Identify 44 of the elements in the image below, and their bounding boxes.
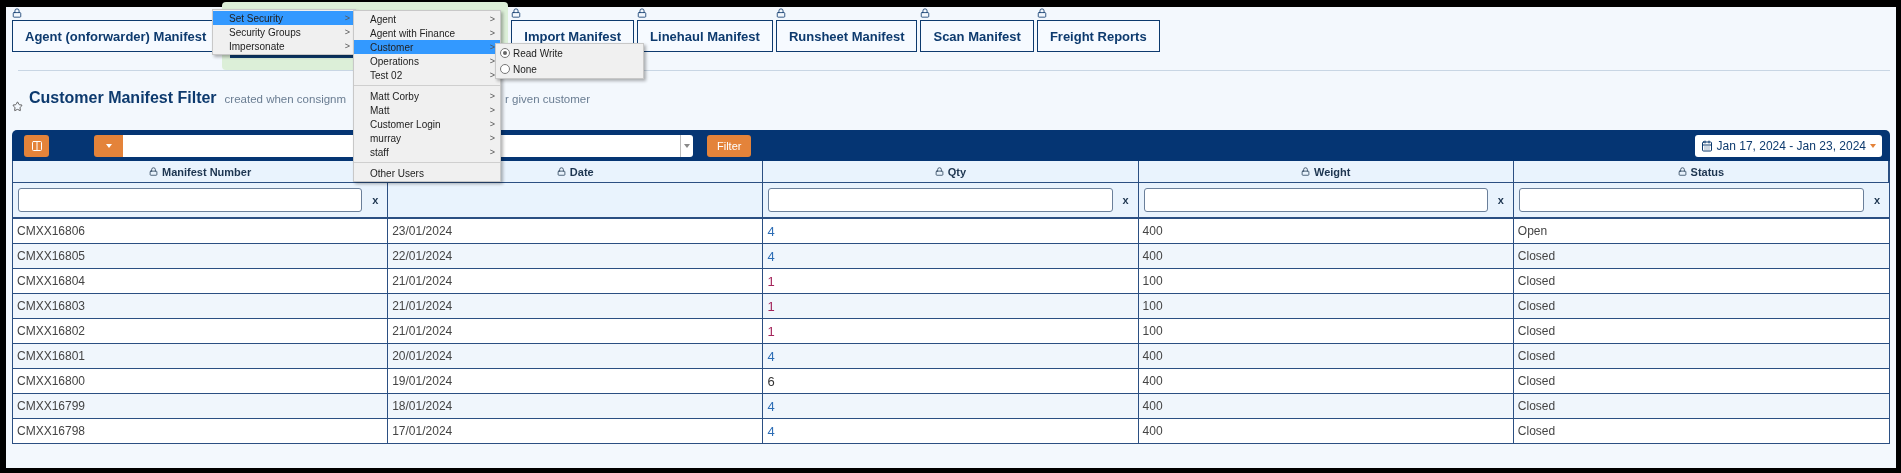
table-cell: Closed <box>1513 269 1889 294</box>
table-cell: CMXX16804 <box>13 269 389 294</box>
table-cell: Closed <box>1513 419 1889 444</box>
table-cell: CMXX16806 <box>13 219 389 244</box>
qty-value: 4 <box>767 223 775 239</box>
table-cell: 19/01/2024 <box>388 369 764 394</box>
table-cell: 21/01/2024 <box>388 319 764 344</box>
qty-value: 6 <box>767 373 775 389</box>
table-cell: CMXX16803 <box>13 294 389 319</box>
page-subtitle: created when consignm <box>224 93 347 105</box>
table-cell: Closed <box>1513 319 1889 344</box>
table-cell: CMXX16802 <box>13 319 389 344</box>
table-cell: 400 <box>1138 394 1514 419</box>
table-cell: CMXX16805 <box>13 244 389 269</box>
table-cell: 400 <box>1138 344 1514 369</box>
table-cell: 17/01/2024 <box>388 419 764 444</box>
table-cell: 100 <box>1138 269 1514 294</box>
table-cell: 20/01/2024 <box>388 344 764 369</box>
table-cell: CMXX16800 <box>13 369 389 394</box>
page-title: Customer Manifest Filter <box>29 89 217 107</box>
table-cell: CMXX16801 <box>13 344 389 369</box>
table-cell: Closed <box>1513 369 1889 394</box>
table-cell: 23/01/2024 <box>388 219 764 244</box>
table-cell: 400 <box>1138 369 1514 394</box>
table-cell: 100 <box>1138 294 1514 319</box>
qty-value: 4 <box>767 248 775 264</box>
table-cell: 21/01/2024 <box>388 269 764 294</box>
table-cell: 400 <box>1138 219 1514 244</box>
table-cell: CMXX16798 <box>13 419 389 444</box>
qty-value: 4 <box>767 398 775 414</box>
table-cell: CMXX16799 <box>13 394 389 419</box>
qty-value: 1 <box>767 298 775 314</box>
qty-value: 4 <box>767 348 775 364</box>
table-cell: 100 <box>1138 319 1514 344</box>
table-cell: Open <box>1513 219 1889 244</box>
qty-value: 1 <box>767 323 775 339</box>
table-cell: 21/01/2024 <box>388 294 764 319</box>
qty-value: 4 <box>767 423 775 439</box>
table-cell: 400 <box>1138 244 1514 269</box>
qty-value: 1 <box>767 273 775 289</box>
table-cell: 22/01/2024 <box>388 244 764 269</box>
table-cell: 400 <box>1138 419 1514 444</box>
page-subtitle: r given customer <box>505 93 591 105</box>
table-cell: 18/01/2024 <box>388 394 764 419</box>
